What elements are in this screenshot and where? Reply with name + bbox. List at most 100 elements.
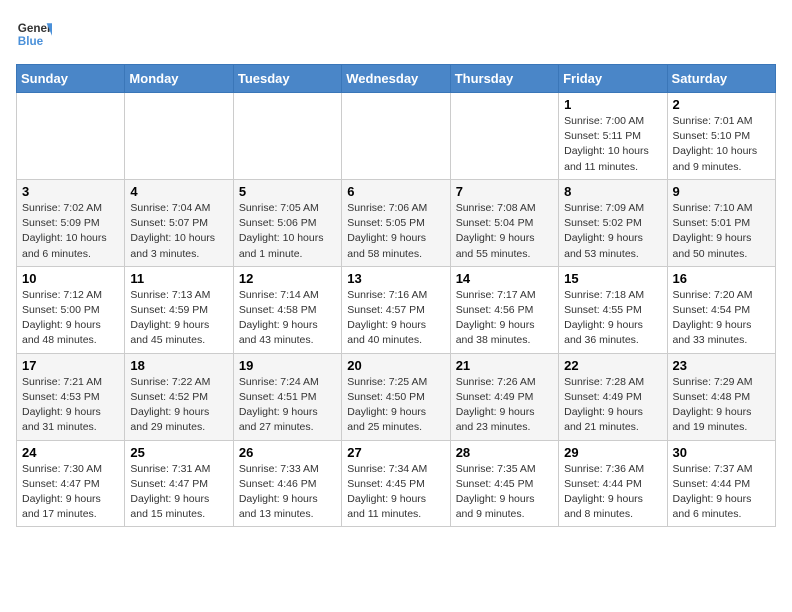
calendar-cell: 20 Sunrise: 7:25 AM Sunset: 4:50 PM Dayli… xyxy=(342,353,450,440)
calendar-cell: 10 Sunrise: 7:12 AM Sunset: 5:00 PM Dayli… xyxy=(17,266,125,353)
day-number: 23 xyxy=(673,358,770,373)
calendar-cell: 28 Sunrise: 7:35 AM Sunset: 4:45 PM Dayli… xyxy=(450,440,558,527)
day-number: 2 xyxy=(673,97,770,112)
calendar-cell xyxy=(125,93,233,180)
calendar-cell: 15 Sunrise: 7:18 AM Sunset: 4:55 PM Dayli… xyxy=(559,266,667,353)
day-info: Sunrise: 7:29 AM Sunset: 4:48 PM Dayligh… xyxy=(673,375,770,436)
day-info: Sunrise: 7:14 AM Sunset: 4:58 PM Dayligh… xyxy=(239,288,336,349)
day-number: 9 xyxy=(673,184,770,199)
calendar-cell: 9 Sunrise: 7:10 AM Sunset: 5:01 PM Daylig… xyxy=(667,179,775,266)
weekday-header: Saturday xyxy=(667,65,775,93)
calendar-cell: 6 Sunrise: 7:06 AM Sunset: 5:05 PM Daylig… xyxy=(342,179,450,266)
day-number: 27 xyxy=(347,445,444,460)
day-number: 11 xyxy=(130,271,227,286)
calendar-cell: 23 Sunrise: 7:29 AM Sunset: 4:48 PM Dayli… xyxy=(667,353,775,440)
calendar-body: 1 Sunrise: 7:00 AM Sunset: 5:11 PM Daylig… xyxy=(17,93,776,527)
day-number: 21 xyxy=(456,358,553,373)
day-number: 20 xyxy=(347,358,444,373)
calendar-week: 1 Sunrise: 7:00 AM Sunset: 5:11 PM Daylig… xyxy=(17,93,776,180)
day-info: Sunrise: 7:34 AM Sunset: 4:45 PM Dayligh… xyxy=(347,462,444,523)
day-number: 25 xyxy=(130,445,227,460)
day-info: Sunrise: 7:08 AM Sunset: 5:04 PM Dayligh… xyxy=(456,201,553,262)
calendar-cell: 12 Sunrise: 7:14 AM Sunset: 4:58 PM Dayli… xyxy=(233,266,341,353)
calendar-cell xyxy=(450,93,558,180)
day-number: 30 xyxy=(673,445,770,460)
day-info: Sunrise: 7:17 AM Sunset: 4:56 PM Dayligh… xyxy=(456,288,553,349)
day-info: Sunrise: 7:12 AM Sunset: 5:00 PM Dayligh… xyxy=(22,288,119,349)
calendar-cell: 14 Sunrise: 7:17 AM Sunset: 4:56 PM Dayli… xyxy=(450,266,558,353)
day-number: 1 xyxy=(564,97,661,112)
calendar-cell: 24 Sunrise: 7:30 AM Sunset: 4:47 PM Dayli… xyxy=(17,440,125,527)
calendar-cell: 27 Sunrise: 7:34 AM Sunset: 4:45 PM Dayli… xyxy=(342,440,450,527)
day-number: 17 xyxy=(22,358,119,373)
calendar-cell: 25 Sunrise: 7:31 AM Sunset: 4:47 PM Dayli… xyxy=(125,440,233,527)
weekday-header: Friday xyxy=(559,65,667,93)
svg-text:Blue: Blue xyxy=(18,35,44,48)
day-number: 24 xyxy=(22,445,119,460)
svg-text:General: General xyxy=(18,22,52,35)
day-info: Sunrise: 7:05 AM Sunset: 5:06 PM Dayligh… xyxy=(239,201,336,262)
day-number: 14 xyxy=(456,271,553,286)
calendar-cell: 19 Sunrise: 7:24 AM Sunset: 4:51 PM Dayli… xyxy=(233,353,341,440)
day-info: Sunrise: 7:00 AM Sunset: 5:11 PM Dayligh… xyxy=(564,114,661,175)
day-info: Sunrise: 7:26 AM Sunset: 4:49 PM Dayligh… xyxy=(456,375,553,436)
day-info: Sunrise: 7:16 AM Sunset: 4:57 PM Dayligh… xyxy=(347,288,444,349)
day-number: 12 xyxy=(239,271,336,286)
calendar-week: 10 Sunrise: 7:12 AM Sunset: 5:00 PM Dayli… xyxy=(17,266,776,353)
day-info: Sunrise: 7:04 AM Sunset: 5:07 PM Dayligh… xyxy=(130,201,227,262)
calendar-cell: 8 Sunrise: 7:09 AM Sunset: 5:02 PM Daylig… xyxy=(559,179,667,266)
day-info: Sunrise: 7:22 AM Sunset: 4:52 PM Dayligh… xyxy=(130,375,227,436)
day-number: 13 xyxy=(347,271,444,286)
calendar-cell: 18 Sunrise: 7:22 AM Sunset: 4:52 PM Dayli… xyxy=(125,353,233,440)
day-info: Sunrise: 7:30 AM Sunset: 4:47 PM Dayligh… xyxy=(22,462,119,523)
calendar-cell: 30Sunrise: 7:37 AM Sunset: 4:44 PM Dayli… xyxy=(667,440,775,527)
calendar-cell: 17Sunrise: 7:21 AM Sunset: 4:53 PM Dayli… xyxy=(17,353,125,440)
day-info: Sunrise: 7:01 AM Sunset: 5:10 PM Dayligh… xyxy=(673,114,770,175)
day-number: 10 xyxy=(22,271,119,286)
calendar-cell: 11 Sunrise: 7:13 AM Sunset: 4:59 PM Dayli… xyxy=(125,266,233,353)
logo: General Blue xyxy=(16,16,52,52)
day-info: Sunrise: 7:25 AM Sunset: 4:50 PM Dayligh… xyxy=(347,375,444,436)
day-info: Sunrise: 7:24 AM Sunset: 4:51 PM Dayligh… xyxy=(239,375,336,436)
calendar-cell: 13 Sunrise: 7:16 AM Sunset: 4:57 PM Dayli… xyxy=(342,266,450,353)
day-info: Sunrise: 7:35 AM Sunset: 4:45 PM Dayligh… xyxy=(456,462,553,523)
day-number: 26 xyxy=(239,445,336,460)
weekday-header: Thursday xyxy=(450,65,558,93)
weekday-header-row: SundayMondayTuesdayWednesdayThursdayFrid… xyxy=(17,65,776,93)
calendar-cell: 22Sunrise: 7:28 AM Sunset: 4:49 PM Dayli… xyxy=(559,353,667,440)
day-number: 29 xyxy=(564,445,661,460)
day-info: Sunrise: 7:18 AM Sunset: 4:55 PM Dayligh… xyxy=(564,288,661,349)
day-number: 15 xyxy=(564,271,661,286)
logo-icon: General Blue xyxy=(16,16,52,52)
day-info: Sunrise: 7:36 AM Sunset: 4:44 PM Dayligh… xyxy=(564,462,661,523)
weekday-header: Sunday xyxy=(17,65,125,93)
day-number: 4 xyxy=(130,184,227,199)
day-number: 28 xyxy=(456,445,553,460)
day-number: 6 xyxy=(347,184,444,199)
calendar-cell: 7Sunrise: 7:08 AM Sunset: 5:04 PM Daylig… xyxy=(450,179,558,266)
day-number: 19 xyxy=(239,358,336,373)
day-info: Sunrise: 7:13 AM Sunset: 4:59 PM Dayligh… xyxy=(130,288,227,349)
calendar-week: 3Sunrise: 7:02 AM Sunset: 5:09 PM Daylig… xyxy=(17,179,776,266)
day-number: 5 xyxy=(239,184,336,199)
calendar-cell: 29 Sunrise: 7:36 AM Sunset: 4:44 PM Dayli… xyxy=(559,440,667,527)
calendar-week: 24 Sunrise: 7:30 AM Sunset: 4:47 PM Dayli… xyxy=(17,440,776,527)
weekday-header: Wednesday xyxy=(342,65,450,93)
calendar-cell: 4 Sunrise: 7:04 AM Sunset: 5:07 PM Daylig… xyxy=(125,179,233,266)
calendar-cell: 16Sunrise: 7:20 AM Sunset: 4:54 PM Dayli… xyxy=(667,266,775,353)
calendar-cell xyxy=(342,93,450,180)
day-info: Sunrise: 7:28 AM Sunset: 4:49 PM Dayligh… xyxy=(564,375,661,436)
day-info: Sunrise: 7:31 AM Sunset: 4:47 PM Dayligh… xyxy=(130,462,227,523)
day-number: 8 xyxy=(564,184,661,199)
day-info: Sunrise: 7:06 AM Sunset: 5:05 PM Dayligh… xyxy=(347,201,444,262)
calendar-cell: 5 Sunrise: 7:05 AM Sunset: 5:06 PM Daylig… xyxy=(233,179,341,266)
calendar-header: SundayMondayTuesdayWednesdayThursdayFrid… xyxy=(17,65,776,93)
weekday-header: Monday xyxy=(125,65,233,93)
day-info: Sunrise: 7:10 AM Sunset: 5:01 PM Dayligh… xyxy=(673,201,770,262)
day-info: Sunrise: 7:09 AM Sunset: 5:02 PM Dayligh… xyxy=(564,201,661,262)
calendar-cell: 21 Sunrise: 7:26 AM Sunset: 4:49 PM Dayli… xyxy=(450,353,558,440)
day-number: 18 xyxy=(130,358,227,373)
weekday-header: Tuesday xyxy=(233,65,341,93)
day-info: Sunrise: 7:33 AM Sunset: 4:46 PM Dayligh… xyxy=(239,462,336,523)
calendar-table: SundayMondayTuesdayWednesdayThursdayFrid… xyxy=(16,64,776,527)
